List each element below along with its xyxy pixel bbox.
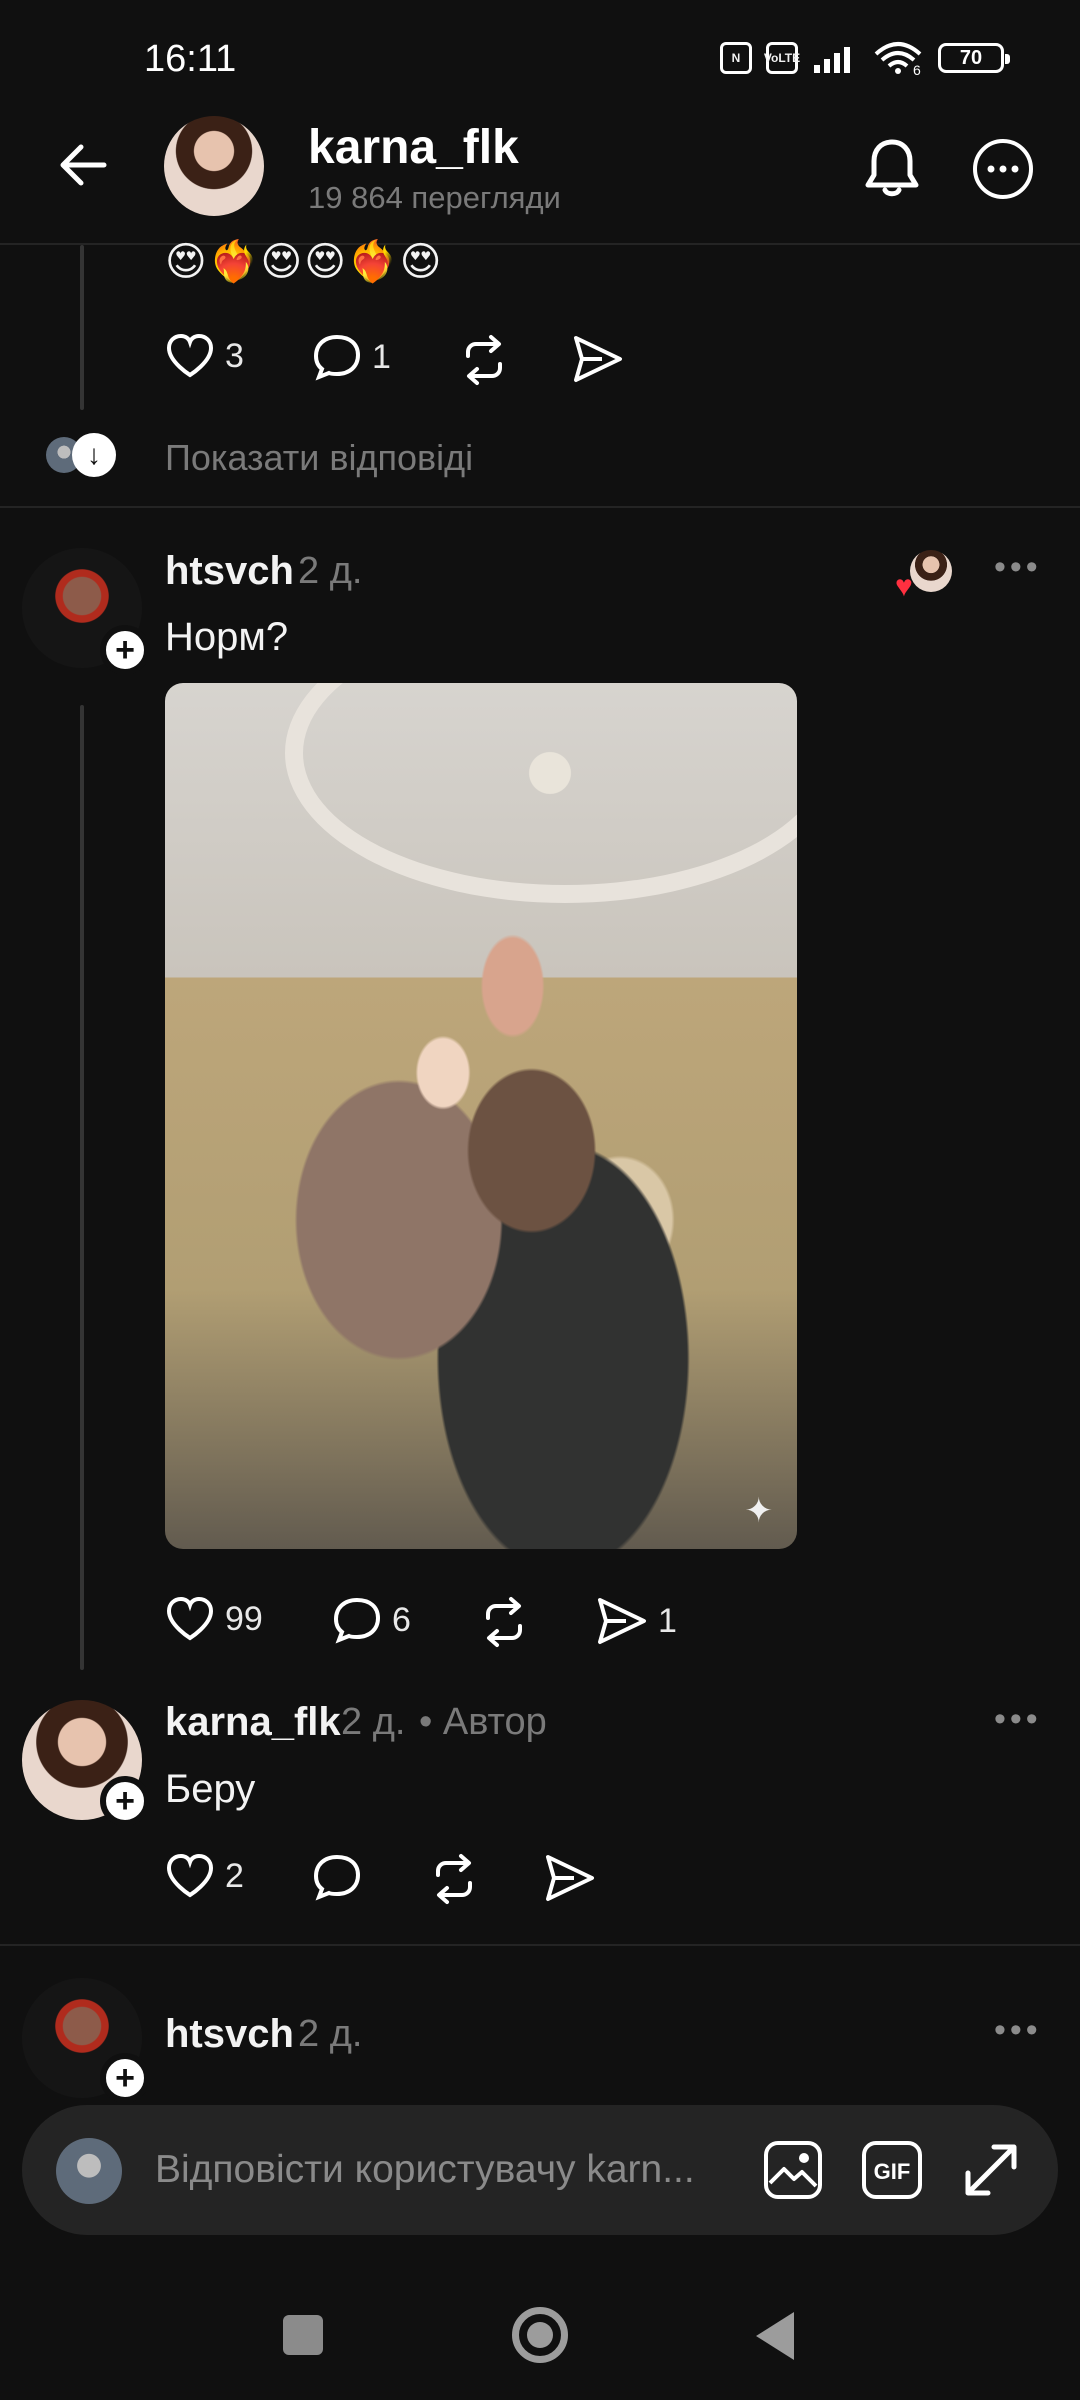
recent-apps-button[interactable] [283,2315,323,2355]
status-icons: N VoLTE 6 70 [720,40,1010,76]
comment-icon [313,334,361,381]
more-icon[interactable] [972,138,1034,200]
like-button[interactable]: 2 [165,1853,244,1899]
comment-text: Норм? [165,615,289,659]
repost-icon[interactable] [458,334,510,386]
follow-button[interactable]: + [100,1776,150,1826]
signal-icon [814,47,850,73]
divider [0,506,1080,508]
follow-button[interactable]: + [100,625,150,675]
back-arrow-icon[interactable] [56,138,110,192]
wifi-label: 6 [913,62,921,76]
author-like-heart-icon: ♥ [895,570,913,603]
heart-icon [166,333,214,378]
reply-input[interactable]: Відповісти користувачу karn... [155,2148,715,2192]
header-username[interactable]: karna_flk [308,120,519,175]
bell-icon[interactable] [862,136,922,200]
comment-more-icon[interactable]: ••• [994,1700,1042,1739]
author-badge: • Автор [419,1701,547,1743]
like-button[interactable]: 3 [165,333,244,379]
avatar-header[interactable] [164,116,264,216]
comment-time: 2 д. [298,2013,363,2055]
show-replies-link[interactable]: Показати відповіді [165,437,473,479]
comment-time: 2 д. [341,1701,406,1743]
share-icon[interactable] [544,1853,596,1903]
thread-line [80,705,84,1670]
volte-icon: VoLTE [764,42,800,74]
svg-text:GIF: GIF [874,2159,911,2184]
battery-indicator: 70 [938,43,1010,73]
sparkle-icon: ✦ [744,1492,774,1530]
share-icon [598,1598,646,1644]
wifi-icon: 6 [874,42,922,76]
thread-line [80,245,84,410]
comment-count: 6 [392,1600,411,1639]
repost-icon[interactable] [478,1596,530,1648]
current-user-avatar [56,2138,122,2204]
reaction-emojis: 😍❤️‍🔥😍😍❤️‍🔥😍 [165,240,444,284]
comment-button[interactable]: 1 [312,333,391,381]
system-back-button[interactable] [756,2312,794,2360]
header-divider [0,243,1080,245]
comment-time: 2 д. [298,550,363,592]
comment-count: 1 [372,337,391,376]
heart-icon [166,1596,214,1641]
gif-icon[interactable]: GIF [860,2139,924,2201]
heart-icon [166,1853,214,1898]
comment-more-icon[interactable]: ••• [994,2011,1042,2050]
comment-button[interactable]: 6 [332,1596,411,1644]
comment-more-icon[interactable]: ••• [994,548,1042,587]
like-count: 3 [225,336,244,375]
chandelier [485,728,615,818]
share-count: 1 [658,1601,677,1640]
expand-replies-icon[interactable]: ↓ [72,433,116,477]
like-count: 2 [225,1856,244,1895]
like-count: 99 [225,1599,263,1638]
header-views: 19 864 перегляди [308,180,561,215]
comment-icon [333,1597,381,1644]
status-time: 16:11 [144,38,237,80]
comment-icon[interactable] [312,1853,362,1901]
divider [0,1944,1080,1946]
image-icon[interactable] [762,2139,824,2201]
home-button[interactable] [512,2307,568,2363]
like-button[interactable]: 99 [165,1596,263,1642]
post-image[interactable]: ✦ [165,683,797,1549]
comment-author[interactable]: htsvch [165,549,294,594]
share-button[interactable]: 1 [596,1596,677,1646]
comment-author[interactable]: karna_flk [165,1700,341,1745]
liked-by-author-avatar [910,550,952,592]
nfc-icon: N [720,42,752,74]
comment-author[interactable]: htsvch [165,2012,294,2057]
comment-text: Беру [165,1767,256,1811]
expand-icon[interactable] [960,2139,1022,2201]
repost-icon[interactable] [428,1853,480,1905]
share-icon[interactable] [572,334,624,384]
follow-button[interactable]: + [100,2053,150,2103]
